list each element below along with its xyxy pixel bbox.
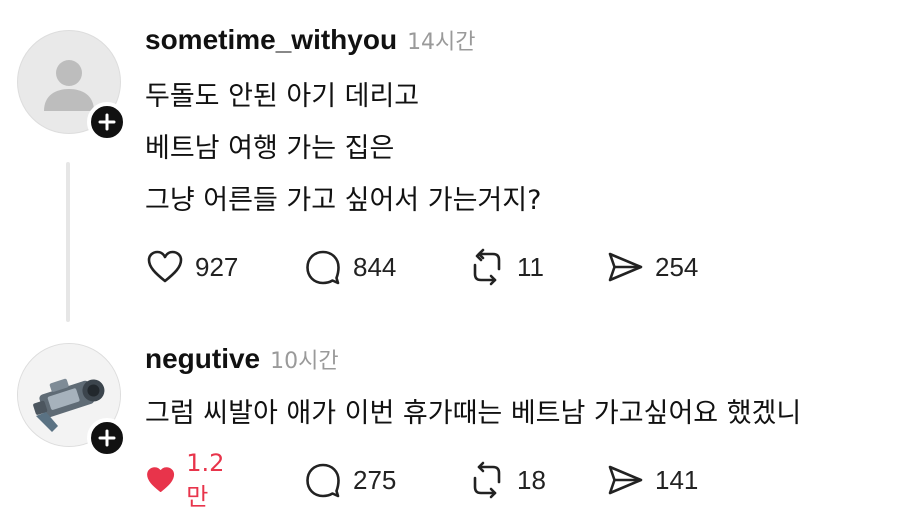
post-text: 그럼 씨발아 애가 이번 휴가때는 베트남 가고싶어요 했겠니 xyxy=(145,388,801,440)
post-text-line: 베트남 여행 가는 집은 xyxy=(145,133,395,164)
post-time: 14시간 xyxy=(407,30,476,55)
username[interactable]: negutive xyxy=(145,343,260,375)
share-button[interactable]: 254 xyxy=(605,245,698,289)
post-text-line: 두돌도 안된 아기 데리고 xyxy=(145,81,420,112)
repost-icon xyxy=(473,461,501,499)
like-button[interactable]: 927 xyxy=(145,245,238,289)
repost-button[interactable]: 11 xyxy=(467,245,544,289)
thread-connector-line xyxy=(66,162,70,322)
comment-button[interactable]: 275 xyxy=(303,458,396,502)
heart-icon xyxy=(147,250,183,283)
post-text-line: 그럼 씨발아 애가 이번 휴가때는 베트남 가고싶어요 했겠니 xyxy=(145,398,802,429)
comment-icon xyxy=(306,463,340,498)
share-count: 254 xyxy=(655,251,699,282)
plus-icon xyxy=(98,429,116,447)
repost-button[interactable]: 18 xyxy=(467,458,546,502)
share-count: 141 xyxy=(655,464,699,495)
repost-icon xyxy=(473,248,501,286)
heart-filled-icon xyxy=(147,467,175,492)
repost-count: 11 xyxy=(517,251,544,282)
username[interactable]: sometime_withyou xyxy=(145,24,397,56)
follow-plus-button[interactable] xyxy=(87,418,127,458)
post-text: 두돌도 안된 아기 데리고 베트남 여행 가는 집은 그냥 어른들 가고 싶어서… xyxy=(145,71,541,227)
share-button[interactable]: 141 xyxy=(605,458,698,502)
send-icon xyxy=(608,252,643,282)
post-text-line: 그냥 어른들 가고 싶어서 가는거지? xyxy=(145,185,542,216)
post-header: negutive 10시간 xyxy=(145,343,339,375)
comment-count: 844 xyxy=(353,251,397,282)
like-button[interactable]: 1.2만 xyxy=(145,449,233,511)
post-time: 10시간 xyxy=(270,349,339,374)
follow-plus-button[interactable] xyxy=(87,102,127,142)
comment-count: 275 xyxy=(353,464,397,495)
comment-button[interactable]: 844 xyxy=(303,245,396,289)
comment-icon xyxy=(306,250,340,285)
post-header: sometime_withyou 14시간 xyxy=(145,24,476,56)
repost-count: 18 xyxy=(517,464,546,495)
like-count: 1.2만 xyxy=(186,448,225,511)
plus-icon xyxy=(98,113,116,131)
like-count: 927 xyxy=(195,251,239,282)
send-icon xyxy=(608,465,643,495)
